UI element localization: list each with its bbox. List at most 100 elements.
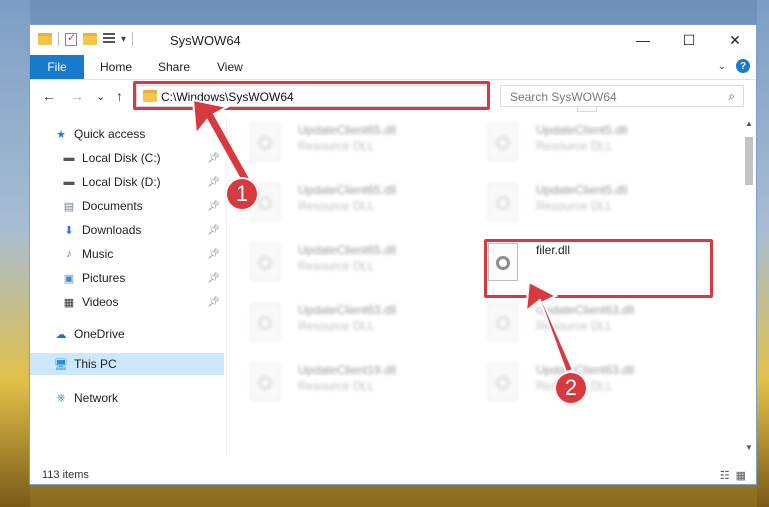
sidebar-item-music[interactable]: ♪ Music 📌︎ xyxy=(30,243,224,265)
pin-icon: 📌︎ xyxy=(207,200,220,212)
tab-share[interactable]: Share xyxy=(158,55,190,79)
dll-file-icon xyxy=(488,183,518,221)
sidebar-item-downloads[interactable]: ⬇ Downloads 📌︎ xyxy=(30,219,224,241)
sidebar-item-label: Videos xyxy=(82,295,119,309)
pin-icon: 📌︎ xyxy=(207,152,220,164)
title-bar: ▾ SysWOW64 — ☐ ✕ xyxy=(30,25,756,55)
navigation-pane: ★ Quick access ▬ Local Disk (C:) 📌︎ ▬ Lo… xyxy=(30,117,224,457)
dll-file-icon xyxy=(488,303,518,341)
folder-icon[interactable] xyxy=(38,33,52,45)
item-count: 113 items xyxy=(42,469,89,481)
file-name: UpdateClient63.dll xyxy=(536,303,635,317)
back-button[interactable]: ← xyxy=(42,88,56,104)
pin-icon: 📌︎ xyxy=(207,272,220,284)
sidebar-item-documents[interactable]: ▤ Documents 📌︎ xyxy=(30,195,224,217)
scroll-up-icon[interactable]: ▲ xyxy=(745,119,753,128)
desktop-background-right xyxy=(757,0,769,507)
close-button[interactable]: ✕ xyxy=(712,25,758,55)
maximize-button[interactable]: ☐ xyxy=(666,25,712,55)
search-box[interactable]: Search SysWOW64 ⌕ xyxy=(500,85,744,107)
sidebar-item-videos[interactable]: ▦ Videos 📌︎ xyxy=(30,291,224,313)
sidebar-item-label: Documents xyxy=(82,199,143,213)
list-item[interactable]: UpdateClient65.dll Resource DLL xyxy=(228,177,458,229)
tab-home[interactable]: Home xyxy=(100,55,132,79)
help-icon[interactable]: ? xyxy=(736,59,750,73)
pin-icon: 📌︎ xyxy=(207,176,220,188)
toolbar-separator xyxy=(58,32,59,46)
sidebar-item-local-disk-c[interactable]: ▬ Local Disk (C:) 📌︎ xyxy=(30,147,224,169)
sidebar-item-label: Downloads xyxy=(82,223,142,237)
list-item[interactable]: UpdateClient19.dll Resource DLL xyxy=(228,357,458,409)
new-folder-icon[interactable] xyxy=(83,33,97,45)
dll-file-icon xyxy=(488,363,518,401)
step-1-badge: 1 xyxy=(225,177,259,211)
minimize-button[interactable]: — xyxy=(620,25,666,55)
file-name: UpdateClient5.dll xyxy=(536,123,628,137)
address-bar-highlight xyxy=(133,81,490,110)
sidebar-item-label: Music xyxy=(82,247,114,261)
up-button[interactable]: ↑ xyxy=(116,88,123,104)
file-type: Resource DLL xyxy=(536,199,613,213)
list-item[interactable]: UpdateClient63.dll Resource DLL xyxy=(228,297,458,349)
scroll-down-icon[interactable]: ▼ xyxy=(745,443,753,452)
pin-icon: 📌︎ xyxy=(207,224,220,236)
dll-file-icon xyxy=(250,243,280,281)
search-input[interactable]: Search SysWOW64 xyxy=(510,90,617,104)
dll-file-icon xyxy=(250,123,280,161)
drive-icon: ▬ xyxy=(63,176,75,188)
file-name: UpdateClient63.dll xyxy=(298,303,397,317)
forward-button[interactable]: → xyxy=(70,88,84,104)
list-item[interactable]: UpdateClient65.dll Resource DLL xyxy=(228,237,458,289)
dll-file-icon xyxy=(250,303,280,341)
toolbar-separator-2 xyxy=(132,32,134,46)
sidebar-item-label: Local Disk (C:) xyxy=(82,151,161,165)
pin-icon: 📌︎ xyxy=(207,248,220,260)
pin-icon: 📌︎ xyxy=(207,296,220,308)
list-item[interactable]: UpdateClient5.dll Resource DLL xyxy=(466,177,696,229)
videos-icon: ▦ xyxy=(63,296,75,309)
sidebar-item-onedrive[interactable]: ☁ OneDrive xyxy=(30,323,224,345)
sidebar-item-quick-access[interactable]: ★ Quick access xyxy=(30,123,224,145)
pane-divider[interactable] xyxy=(226,117,227,457)
documents-icon: ▤ xyxy=(63,200,75,213)
vertical-scrollbar[interactable]: ▲ ▼ xyxy=(742,117,756,457)
file-name: UpdateClient63.dll xyxy=(536,363,635,377)
list-item[interactable]: UpdateClient65.dll Resource DLL xyxy=(228,117,458,169)
sidebar-item-pictures[interactable]: ▣ Pictures 📌︎ xyxy=(30,267,224,289)
window-title: SysWOW64 xyxy=(170,33,241,48)
sidebar-item-label: Quick access xyxy=(74,127,146,141)
large-icons-view-icon[interactable]: ▦ xyxy=(736,469,746,482)
file-name: UpdateClient5.dll xyxy=(536,183,628,197)
sidebar-item-network[interactable]: ⎈ Network xyxy=(30,387,224,409)
list-item[interactable]: UpdateClient63.dll Resource DLL xyxy=(466,297,696,349)
details-view-icon[interactable]: ☷ xyxy=(720,469,730,482)
search-icon[interactable]: ⌕ xyxy=(728,89,735,104)
ribbon-tabs: File Home Share View ⌄ ? xyxy=(30,55,756,80)
sidebar-item-label: This PC xyxy=(74,357,117,371)
tab-file[interactable]: File xyxy=(30,55,84,79)
list-item[interactable]: UpdateClient5.dll Resource DLL xyxy=(466,117,696,169)
sidebar-item-local-disk-d[interactable]: ▬ Local Disk (D:) 📌︎ xyxy=(30,171,224,193)
quick-access-toolbar: ▾ xyxy=(38,31,134,46)
file-name: UpdateClient19.dll xyxy=(298,363,397,377)
drive-icon: ▬ xyxy=(63,152,75,164)
properties-icon[interactable] xyxy=(103,33,115,45)
file-type: Resource DLL xyxy=(298,259,375,273)
properties-check-icon[interactable] xyxy=(65,31,77,46)
file-name: UpdateClient65.dll xyxy=(298,123,397,137)
tab-view[interactable]: View xyxy=(217,55,243,79)
file-name: UpdateClient65.dll xyxy=(298,243,397,257)
computer-icon: 🖥︎ xyxy=(54,358,68,371)
filer-dll-highlight xyxy=(484,239,713,298)
file-type: Resource DLL xyxy=(536,319,613,333)
sidebar-item-this-pc[interactable]: 🖥︎ This PC xyxy=(30,353,224,375)
sidebar-item-label: Local Disk (D:) xyxy=(82,175,161,189)
file-type: Resource DLL xyxy=(298,199,375,213)
expand-ribbon-chevron-icon[interactable]: ⌄ xyxy=(718,61,726,72)
scrollbar-thumb[interactable] xyxy=(745,137,753,185)
recent-locations-dropdown[interactable]: ⌄ xyxy=(96,90,105,103)
file-type: Resource DLL xyxy=(298,379,375,393)
customize-toolbar-dropdown-icon[interactable]: ▾ xyxy=(121,34,126,45)
file-type: Resource DLL xyxy=(298,139,375,153)
sidebar-item-label: OneDrive xyxy=(74,327,125,341)
